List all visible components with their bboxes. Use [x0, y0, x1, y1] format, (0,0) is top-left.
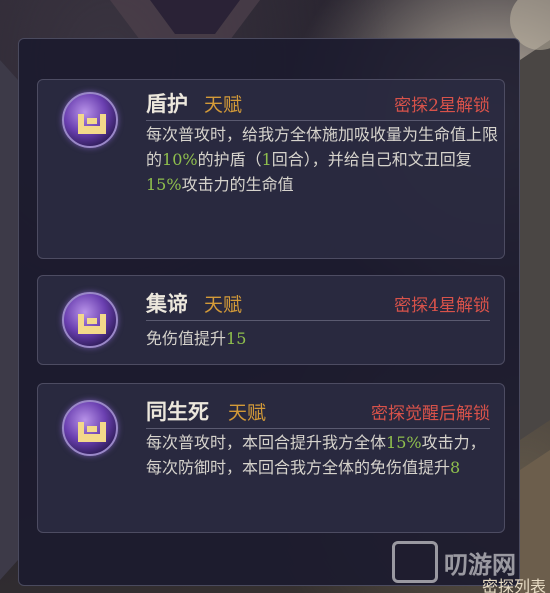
- highlight-value: 15%: [146, 175, 182, 194]
- talent-name: 同生死: [146, 399, 209, 424]
- watermark-logo-icon: [392, 541, 438, 583]
- shield-emblem-icon: [78, 314, 106, 334]
- highlight-value: 10%: [162, 150, 198, 169]
- divider: [146, 120, 490, 121]
- talent-card[interactable]: 盾护 天赋 密探2星解锁 每次普攻时，给我方全体施加吸收量为生命值上限的10%的…: [37, 79, 505, 259]
- shield-emblem-icon: [78, 114, 106, 134]
- talent-description: 每次普攻时，本回合提升我方全体15%攻击力，每次防御时，本回合我方全体的免伤值提…: [146, 430, 500, 480]
- talent-tag: 天赋: [204, 94, 243, 116]
- description-text: 每次普攻时，本回合提升我方全体: [146, 433, 387, 452]
- talent-tag: 天赋: [228, 402, 267, 424]
- highlight-value: 1: [261, 150, 272, 169]
- shield-emblem-icon: [78, 422, 106, 442]
- divider: [146, 428, 490, 429]
- unlock-condition: 密探4星解锁: [394, 296, 490, 316]
- talent-badge: [62, 400, 118, 456]
- unlock-condition: 密探2星解锁: [394, 96, 490, 116]
- talent-description: 免伤值提升15: [146, 326, 500, 351]
- highlight-value: 15: [226, 329, 247, 348]
- talent-panel: 盾护 天赋 密探2星解锁 每次普攻时，给我方全体施加吸收量为生命值上限的10%的…: [18, 38, 520, 586]
- talent-name: 集谛: [146, 291, 188, 316]
- unlock-condition: 密探觉醒后解锁: [371, 404, 490, 424]
- description-text: 的护盾（: [197, 150, 262, 169]
- description-text: 免伤值提升: [146, 329, 227, 348]
- agent-list-button[interactable]: 密探列表: [482, 573, 546, 593]
- talent-name: 盾护: [146, 91, 188, 116]
- description-text: 回合），并给自己和文丑回复: [271, 150, 472, 169]
- description-text: 攻击力的生命值: [181, 175, 294, 194]
- highlight-value: 15%: [386, 433, 422, 452]
- talent-badge: [62, 92, 118, 148]
- highlight-value: 8: [450, 458, 461, 477]
- talent-description: 每次普攻时，给我方全体施加吸收量为生命值上限的10%的护盾（1回合），并给自己和…: [146, 122, 500, 197]
- talent-card[interactable]: 同生死 天赋 密探觉醒后解锁 每次普攻时，本回合提升我方全体15%攻击力，每次防…: [37, 383, 505, 533]
- talent-tag: 天赋: [204, 294, 243, 316]
- talent-card[interactable]: 集谛 天赋 密探4星解锁 免伤值提升15: [37, 275, 505, 365]
- talent-badge: [62, 292, 118, 348]
- divider: [146, 320, 490, 321]
